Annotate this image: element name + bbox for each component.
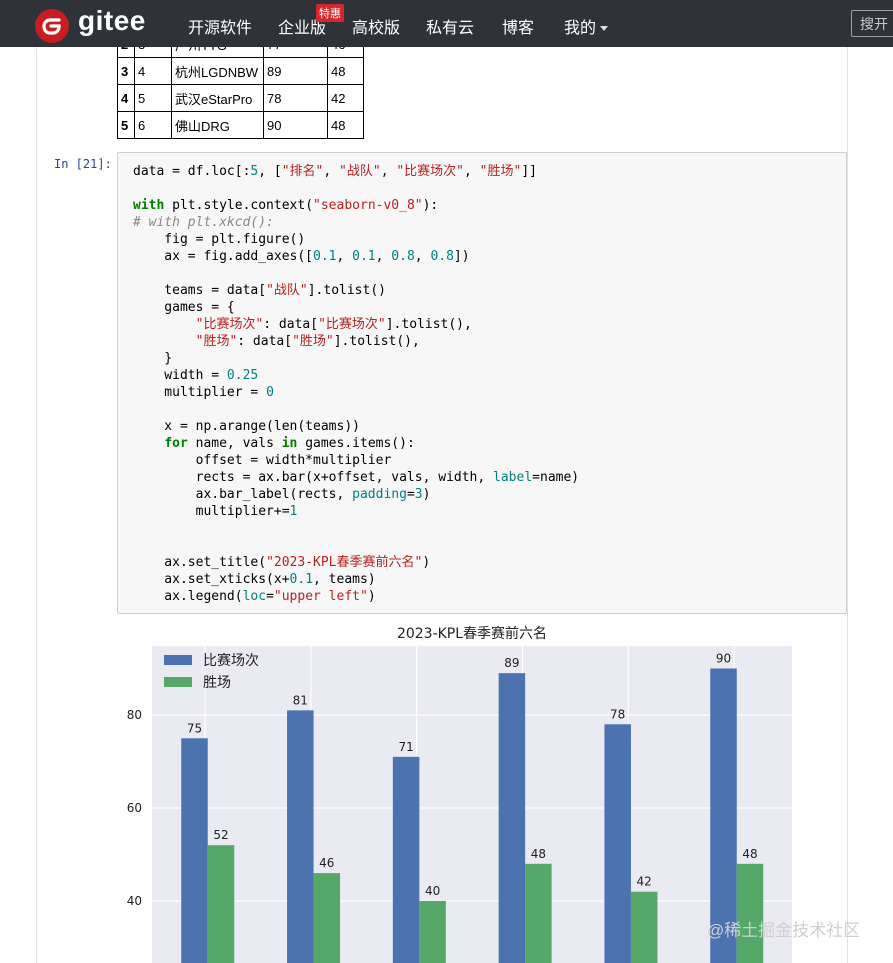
table-row: 4 5 武汉eStarPro 78 42	[117, 84, 364, 112]
logo-text[interactable]: gitee	[78, 5, 146, 37]
legend-label: 胜场	[203, 675, 231, 691]
table-cell-rank: 4	[134, 57, 172, 85]
table-cell-idx: 4	[117, 84, 135, 112]
bar-data-label: 40	[425, 884, 440, 898]
gitee-logo-icon[interactable]	[35, 9, 69, 43]
nav-item-education[interactable]: 高校版	[352, 14, 400, 38]
cell-prompt: In [21]:	[54, 157, 112, 171]
bar-data-label: 75	[187, 721, 202, 735]
bar-data-label: 42	[637, 875, 652, 889]
bar-wins	[525, 863, 552, 963]
bar-games	[604, 724, 631, 963]
y-tick-label: 40	[127, 894, 142, 908]
bar-data-label: 71	[398, 740, 413, 754]
table-cell-team: 武汉eStarPro	[171, 84, 264, 112]
bar-data-label: 46	[319, 856, 334, 870]
table-cell-team: 佛山DRG	[171, 111, 264, 139]
watermark: @稀土掘金技术社区	[707, 921, 861, 940]
legend-label: 比赛场次	[203, 653, 259, 669]
bar-data-label: 52	[213, 828, 228, 842]
bar-data-label: 78	[610, 707, 625, 721]
table-cell-idx: 5	[117, 111, 135, 139]
legend-swatch	[164, 677, 192, 687]
bar-data-label: 90	[716, 652, 731, 666]
code-editor[interactable]: data = df.loc[:5, ["排名", "战队", "比赛场次", "…	[133, 163, 579, 605]
bar-wins	[313, 873, 341, 963]
nav-item-mine[interactable]: 我的	[564, 14, 609, 38]
table-cell-idx: 3	[117, 57, 135, 85]
table-cell-wins: 48	[327, 111, 364, 139]
table-cell-team: 杭州LGDNBW	[171, 57, 264, 85]
bar-data-label: 48	[531, 847, 546, 861]
y-tick-label: 80	[127, 708, 142, 722]
top-navbar: gitee 开源软件 企业版 特惠 高校版 私有云 博客 我的 搜开	[0, 0, 893, 47]
bar-data-label: 81	[293, 693, 308, 707]
nav-item-blog[interactable]: 博客	[502, 14, 534, 38]
chart-title: 2023-KPL春季赛前六名	[397, 625, 547, 642]
bar-games	[498, 673, 526, 963]
table-row: 3 4 杭州LGDNBW 89 48	[117, 57, 364, 85]
nav-item-private-cloud[interactable]: 私有云	[426, 14, 474, 38]
bar-games	[392, 756, 420, 963]
table-cell-rank: 6	[134, 111, 172, 139]
legend-swatch	[164, 655, 192, 665]
table-row: 5 6 佛山DRG 90 48	[117, 111, 364, 139]
table-cell-games: 90	[263, 111, 328, 139]
bar-wins	[419, 901, 446, 963]
nav-item-mine-label: 我的	[564, 20, 597, 37]
bar-data-label: 48	[742, 847, 757, 861]
bar-chart: 40 60 80 75 81 71 89 78 90 52 46 40 48 42 48 2023-KPL春季…	[127, 625, 792, 963]
plot-area	[152, 646, 792, 963]
bar-wins	[630, 891, 658, 963]
bar-games	[287, 710, 314, 963]
table-cell-wins: 42	[327, 84, 364, 112]
code-cell[interactable]: data = df.loc[:5, ["排名", "战队", "比赛场次", "…	[117, 152, 847, 614]
table-cell-rank: 5	[134, 84, 172, 112]
promo-badge: 特惠	[316, 4, 344, 22]
table-cell-wins: 48	[327, 57, 364, 85]
nav-item-open-source[interactable]: 开源软件	[188, 14, 252, 38]
bar-data-label: 89	[504, 656, 519, 670]
table-cell-games: 78	[263, 84, 328, 112]
table-cell-games: 89	[263, 57, 328, 85]
chevron-down-icon	[600, 26, 609, 32]
search-input[interactable]: 搜开	[851, 10, 893, 37]
bar-wins	[736, 863, 764, 963]
bar-wins	[207, 845, 235, 963]
y-tick-label: 60	[127, 801, 142, 815]
bar-games	[181, 738, 208, 963]
